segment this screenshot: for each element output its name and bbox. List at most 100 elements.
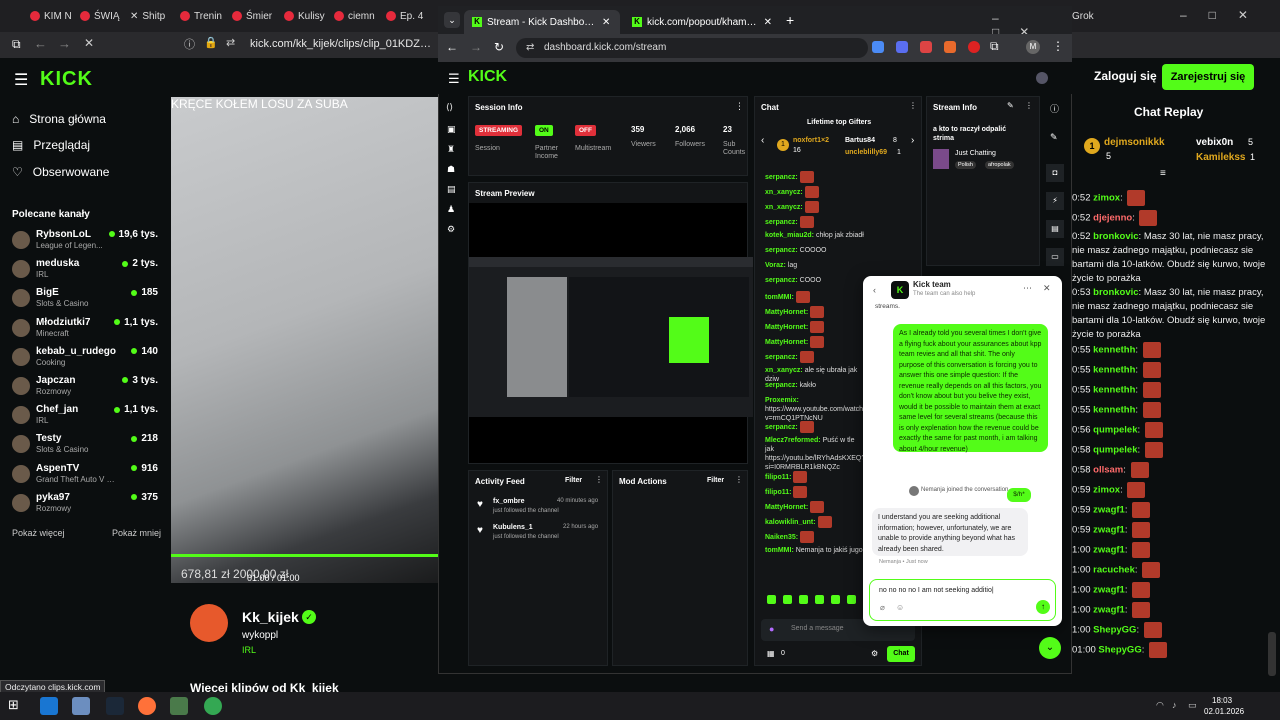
front-url-field[interactable]: dashboard.kick.com/stream [516,38,868,58]
info-icon[interactable]: ⓘ [1050,102,1059,115]
firefox-icon[interactable] [138,697,156,715]
chat-user[interactable]: MattyHornet: [765,339,808,346]
chat-user[interactable]: serpancz: [765,354,798,361]
more-options-icon[interactable]: ⋯ [1023,283,1032,294]
message-user[interactable]: kennethh [1093,345,1135,356]
streamer-category[interactable]: IRL [242,645,256,655]
recommended-channel[interactable]: Młodziutki7 Minecraft 1,1 tys. [12,316,162,344]
message-user[interactable]: ollsam [1093,465,1123,476]
login-button[interactable]: Zaloguj się [1094,69,1157,83]
bg-tab[interactable]: Ep. 4 [386,6,423,26]
message-user[interactable]: zwagf1 [1093,545,1125,556]
send-arrow-icon[interactable]: ↑ [1036,600,1050,614]
chat-user[interactable]: Mlecz7reformed: [765,437,821,444]
rail-icon-settings[interactable]: ⚙ [447,224,455,235]
extension-icon[interactable] [896,41,908,53]
clip-video[interactable]: KRĘCE KOŁEM LOSU ZA SUBA 678,81 zł 2000,… [171,97,438,583]
message-user[interactable]: qumpelek [1093,425,1137,436]
chat-user[interactable]: xn_xanycz: [765,204,803,211]
emote-icon[interactable] [799,595,808,604]
close-icon[interactable]: ✕ [1043,283,1051,294]
chat-user[interactable]: kalowiklin_unt: [765,519,816,526]
chat-user[interactable]: serpancz: [765,424,798,431]
menu-icon[interactable]: ☰ [14,70,28,90]
recommended-channel[interactable]: pyka97 Rozmowy 375 [12,491,162,519]
rail-icon-mod[interactable]: ▤ [447,184,456,195]
message-user[interactable]: zwagf1 [1093,525,1125,536]
show-less-link[interactable]: Pokaż mniej [112,528,161,538]
panel-menu-icon[interactable]: ⋮ [735,475,743,484]
attach-icon[interactable]: ⌀ [880,603,885,612]
gifter-3-name[interactable]: Kamilekss [1196,152,1245,163]
rail-icon-community[interactable]: ☗ [447,164,455,175]
chat-user[interactable]: Proxemix: [765,397,799,404]
window-controls[interactable]: –□✕ [1180,8,1270,22]
close-tab-icon[interactable]: ✕ [764,17,772,28]
recommended-channel[interactable]: AspenTV Grand Theft Auto V (G... 916 [12,462,162,490]
bg-tab[interactable]: KIM N [30,6,72,26]
battery-icon[interactable]: ▭ [1188,700,1197,711]
chat-user[interactable]: MattyHornet: [765,309,808,316]
back-chevron-icon[interactable]: ‹ [873,285,876,295]
recommended-channel[interactable]: Testy Slots & Casino 218 [12,432,162,460]
chat-user[interactable]: tomMMI: [765,547,794,554]
wifi-icon[interactable]: ◠ [1156,700,1164,711]
tab-popout-chat[interactable]: Kkick.com/popout/khamires/cha✕ [624,10,780,34]
support-composer[interactable]: no no no no I am not seeking additio| ⌀ … [869,579,1056,621]
activity-name[interactable]: Kubulens_1 [493,524,533,531]
chat-user[interactable]: serpancz: [765,247,798,254]
recommended-channel[interactable]: Japczan Rozmowy 3 tys. [12,374,162,402]
info-icon[interactable]: ⓘ [184,36,195,52]
bg-tab[interactable]: ciemn [334,6,375,26]
pencil-icon[interactable]: ✎ [1050,132,1058,143]
app-icon[interactable] [170,697,188,715]
user-avatar[interactable] [1036,72,1048,84]
message-user[interactable]: racuchek [1093,565,1135,576]
extension-icon[interactable] [944,41,956,53]
recommended-channel[interactable]: Chef_jan IRL 1,1 tys. [12,403,162,431]
panel-menu-icon[interactable]: ⋮ [595,475,603,484]
chat-user[interactable]: Naiken35: [765,534,798,541]
bg-tab[interactable]: ŚWIĄ [80,6,120,26]
message-user[interactable]: kennethh [1093,405,1135,416]
message-user[interactable]: djejenno [1093,213,1132,224]
bg-tab-grok[interactable]: Grok [1072,6,1094,26]
nav-following[interactable]: ♡ Obserwowane [12,165,109,179]
panel-menu-icon[interactable]: ⋮ [909,101,917,110]
extension-icon[interactable] [872,41,884,53]
show-more-link[interactable]: Pokaż więcej [12,528,65,538]
emote-icon[interactable] [767,595,776,604]
chat-bubble-icon[interactable]: ▭ [1046,248,1064,266]
gifters-next-icon[interactable]: › [911,135,914,146]
back-icon[interactable]: ← [34,36,47,51]
message-user[interactable]: qumpelek [1093,445,1137,456]
chrome-icon[interactable] [204,697,222,715]
bg-url-field[interactable]: kick.com/kk_kijek/clips/clip_01KDZGQCEN0… [250,38,436,50]
chat-user[interactable]: serpancz: [765,219,798,226]
dash-gifter-3[interactable]: uncleblilly69 [845,149,887,156]
chat-user[interactable]: filipo11: [765,474,791,481]
puzzle-icon[interactable]: ⧉ [990,39,999,54]
chat-user[interactable]: serpancz: [765,277,798,284]
bg-tab[interactable]: ✕ Shitp [130,6,165,26]
chat-user[interactable]: Voraz: [765,262,786,269]
lightning-icon[interactable]: ⚡ [1046,192,1064,210]
bg-tab[interactable]: Śmier [232,6,272,26]
chat-user[interactable]: xn_xanycz: [765,189,803,196]
dashboard-logo[interactable]: KICK [468,68,507,86]
chat-user[interactable]: tomMMI: [765,294,794,301]
message-user[interactable]: kennethh [1093,365,1135,376]
tab-actions-icon[interactable]: ⧉ [12,37,21,52]
nav-home[interactable]: ⌂ Strona główna [12,112,106,126]
message-user[interactable]: zwagf1 [1093,605,1125,616]
bg-tab[interactable]: Kulisy [284,6,325,26]
message-user[interactable]: ShepyGG [1093,625,1136,636]
forward-icon[interactable]: → [58,36,71,51]
chat-user[interactable]: MattyHornet: [765,324,808,331]
streamer-name[interactable]: Kk_kijek [242,609,299,625]
message-user[interactable]: zwagf1 [1093,505,1125,516]
chat-user[interactable]: serpancz: [765,382,798,389]
profile-avatar[interactable]: M [1026,40,1040,54]
mod-filter-button[interactable]: Filter [707,477,724,484]
rail-icon-trophy[interactable]: ♜ [447,144,455,155]
